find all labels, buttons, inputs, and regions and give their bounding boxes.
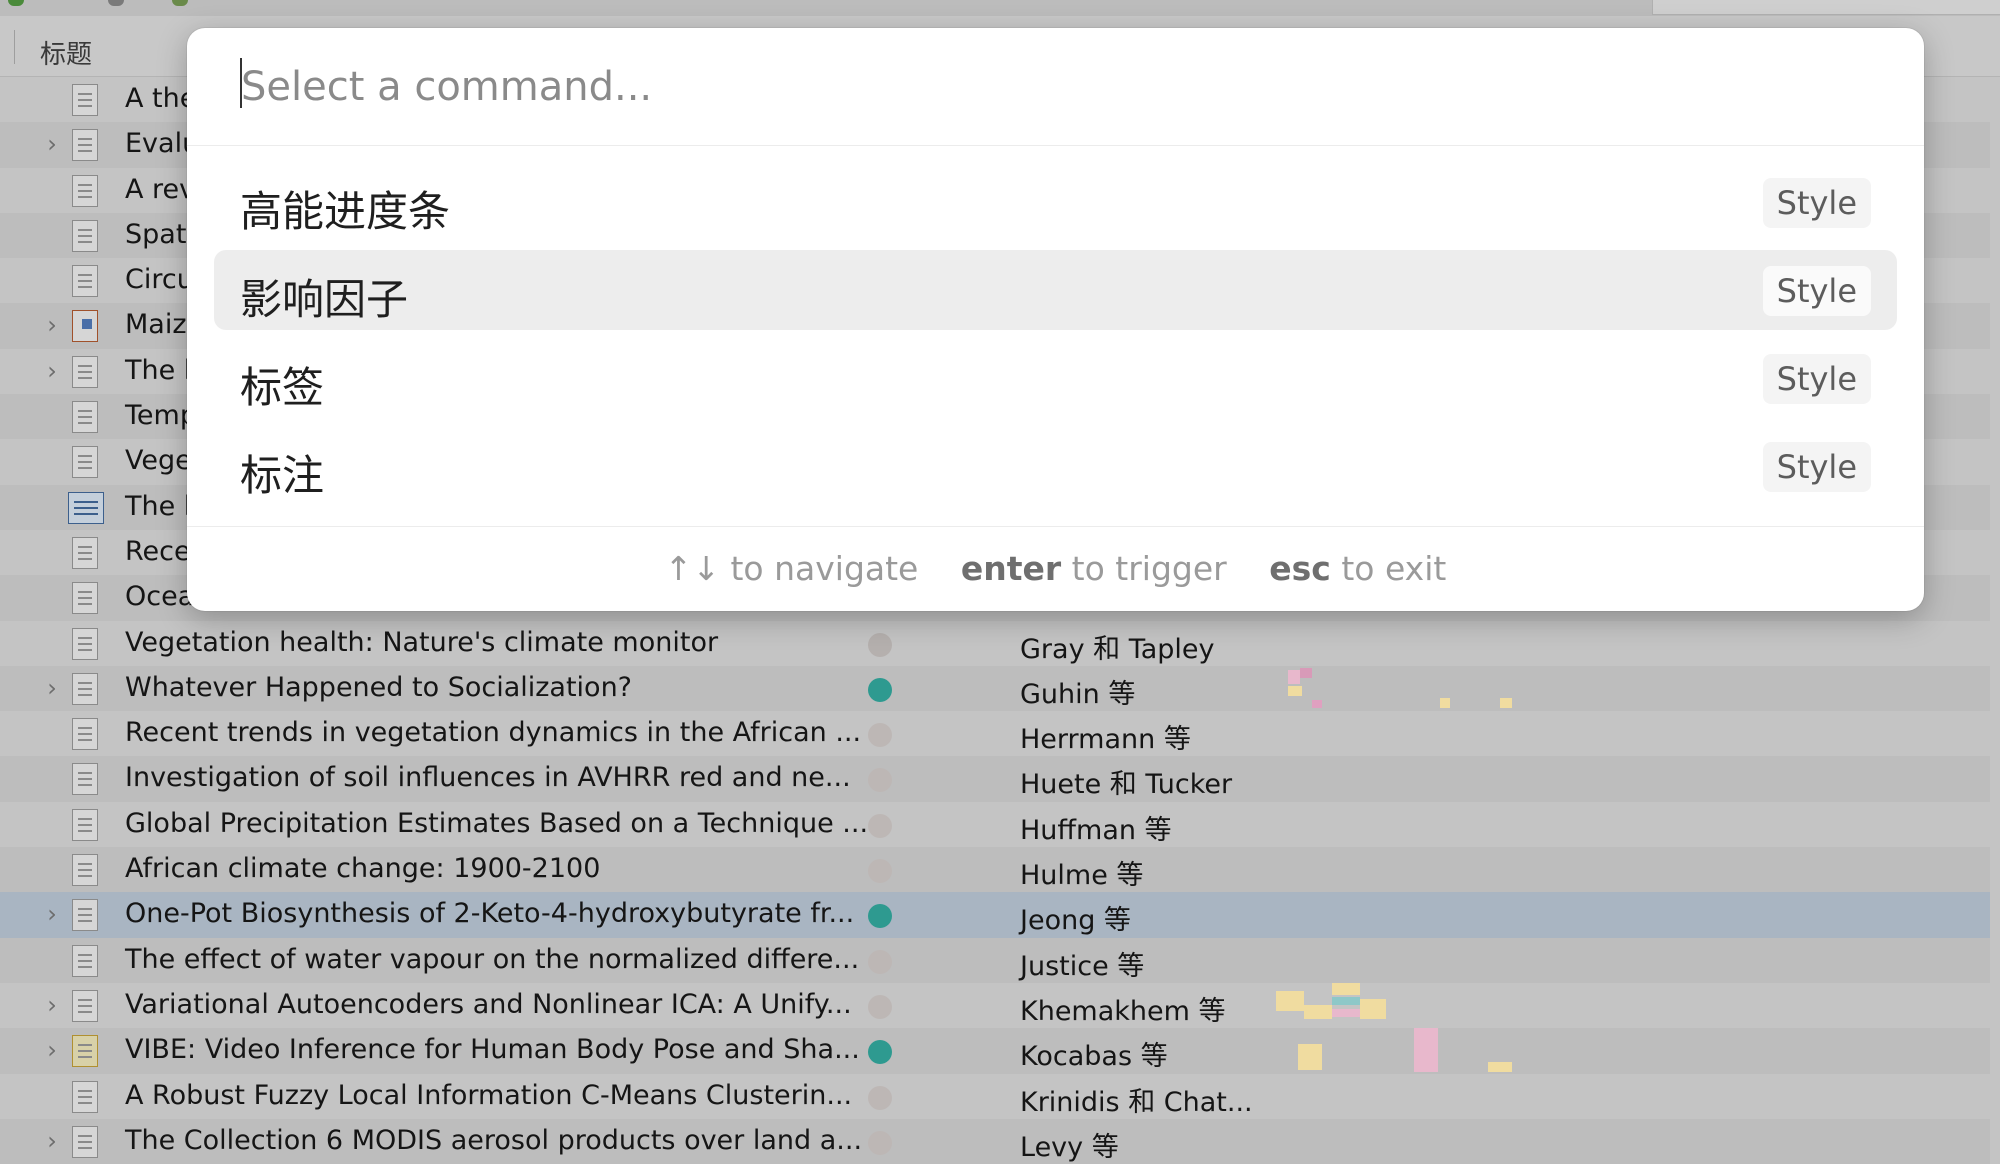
- hint-exit: esc to exit: [1269, 549, 1447, 588]
- command-type-badge: Style: [1762, 354, 1871, 404]
- command-list: 高能进度条 Style 影响因子 Style 标签 Style 标注 Style: [214, 162, 1897, 514]
- hint-navigate: ↑↓ to navigate: [664, 549, 919, 588]
- palette-footer: ↑↓ to navigate enter to trigger esc to e…: [187, 526, 1924, 611]
- command-label: 标注: [240, 451, 325, 500]
- command-item[interactable]: 标注 Style: [214, 426, 1897, 506]
- arrow-keys-icon: ↑↓: [664, 549, 720, 588]
- hint-trigger: enter to trigger: [960, 549, 1227, 588]
- command-label: 标签: [240, 363, 325, 412]
- command-palette: 高能进度条 Style 影响因子 Style 标签 Style 标注 Style ↑↓ to …: [187, 28, 1924, 611]
- command-type-badge: Style: [1762, 178, 1871, 228]
- command-input-area: [187, 28, 1924, 146]
- command-item[interactable]: 标签 Style: [214, 338, 1897, 418]
- command-label: 高能进度条: [240, 187, 451, 236]
- command-item[interactable]: 影响因子 Style: [214, 250, 1897, 330]
- command-palette-overlay: 高能进度条 Style 影响因子 Style 标签 Style 标注 Style ↑↓ to …: [0, 0, 2000, 1149]
- command-label: 影响因子: [240, 275, 409, 324]
- command-type-badge: Style: [1762, 442, 1871, 492]
- command-type-badge: Style: [1762, 266, 1871, 316]
- command-item[interactable]: 高能进度条 Style: [214, 162, 1897, 242]
- command-search-input[interactable]: [239, 56, 1843, 118]
